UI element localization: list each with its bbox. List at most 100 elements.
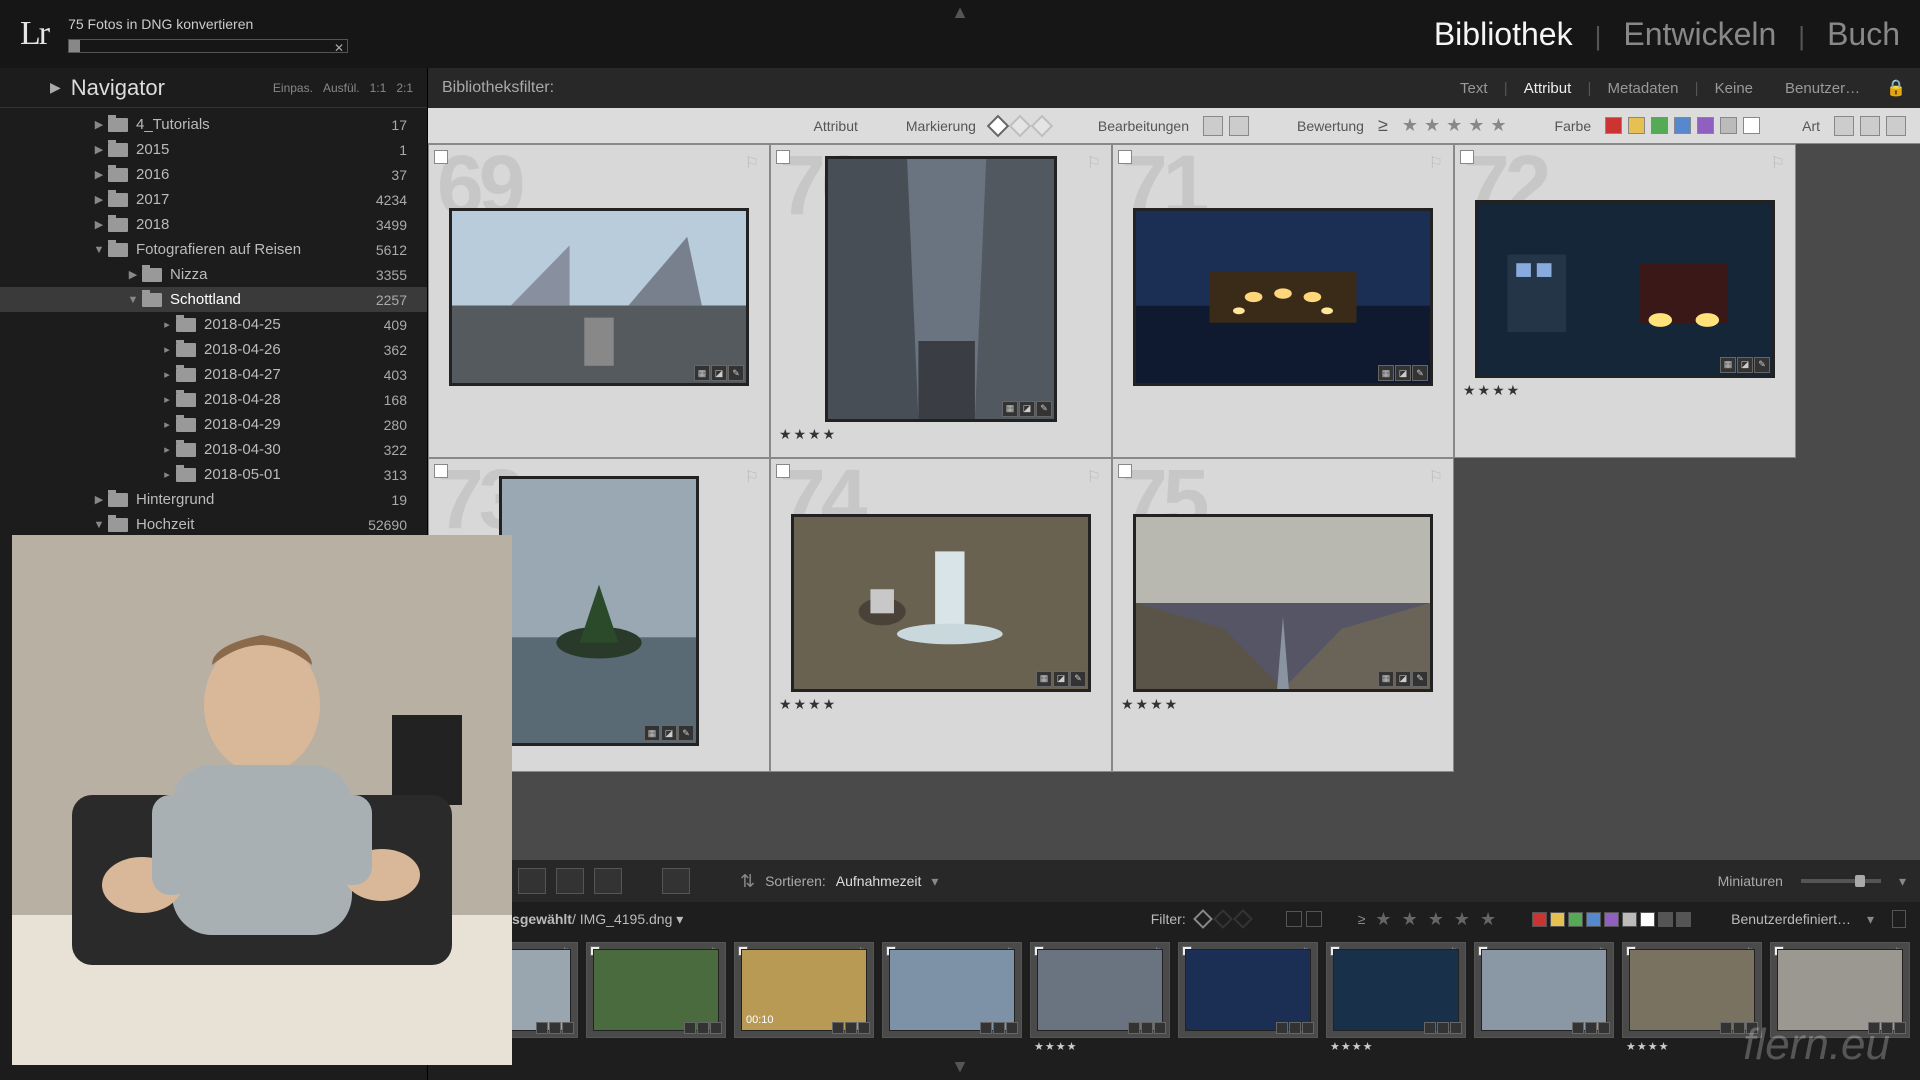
- filmstrip-item[interactable]: ⚐: [882, 942, 1022, 1042]
- rating-stars[interactable]: [1113, 386, 1129, 394]
- flag-icon[interactable]: ⚐: [1087, 153, 1101, 173]
- filter-tab-keine[interactable]: Keine: [1703, 80, 1765, 97]
- filmstrip-item[interactable]: ⚐: [1474, 942, 1614, 1042]
- badge-icon[interactable]: ▦: [1002, 401, 1018, 417]
- badge-icon[interactable]: ◪: [1019, 401, 1035, 417]
- thumbnail-grid[interactable]: 69⚐ ▦◪✎ 70⚐ ▦◪✎ ★★★★71⚐ ▦◪✎ 72⚐ ▦◪✎ ★★★★…: [428, 144, 1920, 860]
- badge-icon[interactable]: ◪: [711, 365, 727, 381]
- select-checkbox[interactable]: [1118, 150, 1132, 164]
- filmstrip-item[interactable]: ⚐: [1178, 942, 1318, 1042]
- badge-icon[interactable]: ▦: [1378, 671, 1394, 687]
- filmstrip-item[interactable]: ⚐: [586, 942, 726, 1042]
- folder-row[interactable]: ▶201637: [0, 162, 427, 187]
- grid-cell[interactable]: 72⚐ ▦◪✎ ★★★★: [1454, 144, 1796, 458]
- folder-row[interactable]: ▶20183499: [0, 212, 427, 237]
- sort-dir-icon[interactable]: ⇅: [740, 871, 755, 892]
- folder-row[interactable]: ▸2018-04-26362: [0, 337, 427, 362]
- badge-icon[interactable]: ◪: [1395, 671, 1411, 687]
- grid-cell[interactable]: [1454, 458, 1796, 772]
- module-buch[interactable]: Buch: [1827, 16, 1900, 53]
- kind-master-icon[interactable]: [1834, 116, 1854, 136]
- sort-value[interactable]: Aufnahmezeit: [836, 873, 922, 889]
- select-checkbox[interactable]: [776, 150, 790, 164]
- badge-icon[interactable]: ✎: [1070, 671, 1086, 687]
- flag-icon[interactable]: ⚐: [1429, 153, 1443, 173]
- edit-no-icon[interactable]: [1229, 116, 1249, 136]
- rating-op[interactable]: ≥: [1378, 115, 1388, 136]
- navigator-zoom-opts[interactable]: Einpas.Ausfül.1:12:1: [273, 81, 413, 95]
- badge-icon[interactable]: ▦: [1036, 671, 1052, 687]
- select-checkbox[interactable]: [1118, 464, 1132, 478]
- filmstrip-item[interactable]: ⚐★★★★: [1030, 942, 1170, 1055]
- badge-icon[interactable]: ▦: [644, 725, 660, 741]
- color-swatch[interactable]: [1640, 912, 1655, 927]
- filmstrip-item[interactable]: ⚐★★★★: [1622, 942, 1762, 1055]
- grid-cell[interactable]: 74⚐ ▦◪✎ ★★★★: [770, 458, 1112, 772]
- grid-cell[interactable]: 71⚐ ▦◪✎: [1112, 144, 1454, 458]
- progress-cancel-icon[interactable]: ✕: [334, 41, 344, 55]
- zoom-opt[interactable]: Ausfül.: [323, 81, 360, 95]
- folder-row[interactable]: ▶20151: [0, 137, 427, 162]
- flag-picked-icon[interactable]: [1193, 909, 1213, 929]
- color-swatch[interactable]: [1568, 912, 1583, 927]
- badge-icon[interactable]: ✎: [678, 725, 694, 741]
- badge-icon[interactable]: ◪: [1053, 671, 1069, 687]
- thumb-size-slider[interactable]: [1801, 879, 1881, 883]
- flag-icon[interactable]: ⚐: [1771, 153, 1785, 173]
- flag-icon[interactable]: ⚐: [745, 467, 759, 487]
- color-swatch[interactable]: [1743, 117, 1760, 134]
- painter-tool-button[interactable]: [662, 868, 690, 894]
- rating-stars[interactable]: ★★★★: [771, 692, 845, 717]
- filmstrip[interactable]: ⚐⚐⚐00:10⚐⚐★★★★⚐⚐★★★★⚐⚐★★★★⚐: [428, 936, 1920, 1080]
- kind-video-icon[interactable]: [1886, 116, 1906, 136]
- module-entwickeln[interactable]: Entwickeln: [1623, 16, 1776, 53]
- folder-row[interactable]: ▼Hochzeit52690: [0, 512, 427, 537]
- filmstrip-item[interactable]: ⚐★★★★: [1326, 942, 1466, 1055]
- folder-row[interactable]: ▸2018-05-01313: [0, 462, 427, 487]
- color-swatch[interactable]: [1532, 912, 1547, 927]
- module-bibliothek[interactable]: Bibliothek: [1434, 16, 1573, 53]
- badge-icon[interactable]: ✎: [1412, 671, 1428, 687]
- rating-stars[interactable]: ★★★★: [1455, 378, 1529, 403]
- flag-icon[interactable]: ⚐: [745, 153, 759, 173]
- lock-icon[interactable]: 🔒: [1886, 78, 1906, 98]
- folder-row[interactable]: ▸2018-04-28168: [0, 387, 427, 412]
- edit-filter-icons[interactable]: [1286, 911, 1322, 927]
- filmstrip-preset[interactable]: Benutzerdefiniert…: [1731, 911, 1851, 927]
- flag-rejected-icon[interactable]: [1233, 909, 1253, 929]
- badge-icon[interactable]: ✎: [1036, 401, 1052, 417]
- edit-yes-icon[interactable]: [1203, 116, 1223, 136]
- flag-picked-icon[interactable]: [987, 114, 1010, 137]
- color-swatch[interactable]: [1674, 117, 1691, 134]
- badge-icon[interactable]: ✎: [728, 365, 744, 381]
- folder-row[interactable]: ▸2018-04-30322: [0, 437, 427, 462]
- survey-view-button[interactable]: [556, 868, 584, 894]
- badge-icon[interactable]: ▦: [1378, 365, 1394, 381]
- color-swatch[interactable]: [1651, 117, 1668, 134]
- navigator-header[interactable]: ▶ Navigator Einpas.Ausfül.1:12:1: [0, 68, 427, 108]
- module-picker-collapse-icon[interactable]: ▲: [951, 2, 969, 23]
- filmstrip-collapse-icon[interactable]: ▲: [951, 1057, 969, 1078]
- color-swatch[interactable]: [1658, 912, 1673, 927]
- toolbar-menu-icon[interactable]: ▾: [1899, 873, 1906, 890]
- badge-icon[interactable]: ◪: [1395, 365, 1411, 381]
- flag-unflagged-icon[interactable]: [1009, 114, 1032, 137]
- flag-icon[interactable]: ⚐: [1429, 467, 1443, 487]
- rating-stars[interactable]: ★★★★: [771, 422, 845, 447]
- folder-row[interactable]: ▼Schottland2257: [0, 287, 427, 312]
- color-swatch[interactable]: [1622, 912, 1637, 927]
- color-swatch[interactable]: [1697, 117, 1714, 134]
- color-swatch[interactable]: [1676, 912, 1691, 927]
- folder-row[interactable]: ▶Hintergrund19: [0, 487, 427, 512]
- filter-tab-text[interactable]: Text: [1448, 80, 1500, 97]
- select-checkbox[interactable]: [776, 464, 790, 478]
- rating-stars[interactable]: [429, 386, 445, 394]
- badge-icon[interactable]: ◪: [1737, 357, 1753, 373]
- folder-row[interactable]: ▶4_Tutorials17: [0, 112, 427, 137]
- grid-cell[interactable]: 75⚐ ▦◪✎ ★★★★: [1112, 458, 1454, 772]
- select-checkbox[interactable]: [434, 150, 448, 164]
- badge-icon[interactable]: ✎: [1412, 365, 1428, 381]
- flag-icon[interactable]: ⚐: [1087, 467, 1101, 487]
- badge-icon[interactable]: ◪: [661, 725, 677, 741]
- filter-preset[interactable]: Benutzer…: [1773, 80, 1872, 97]
